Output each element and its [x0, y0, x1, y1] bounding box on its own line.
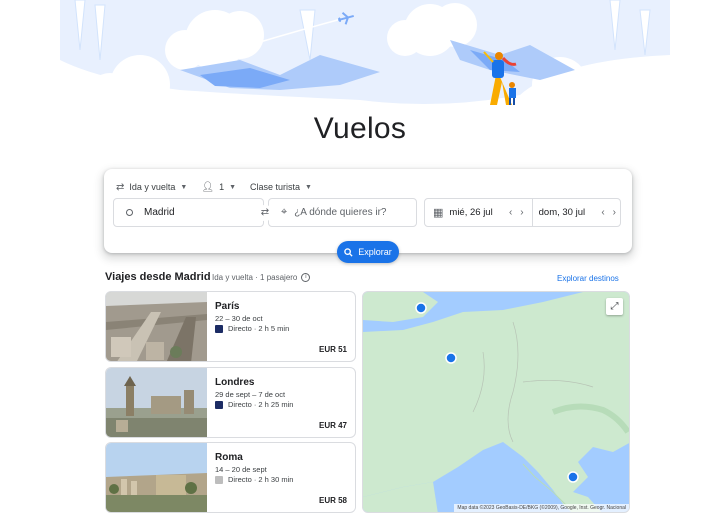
calendar-icon: ▦: [433, 207, 444, 219]
paris-photo: [106, 292, 207, 361]
return-prev-button[interactable]: ‹: [601, 207, 604, 218]
destination-placeholder: ¿A dónde quieres ir?: [294, 207, 387, 218]
rome-photo: [106, 443, 207, 512]
origin-value: Madrid: [144, 207, 175, 218]
destination-dates: 29 de sept – 7 de oct: [215, 390, 286, 399]
map-attribution: Map data ©2023 GeoBasis-DE/BKG (©2009), …: [454, 504, 629, 512]
chevron-down-icon: ▼: [305, 183, 312, 191]
section-title: Viajes desde Madrid: [105, 271, 211, 283]
location-pin-icon: ⌖: [281, 206, 288, 218]
swap-arrows-icon: ⇄: [116, 181, 125, 193]
info-icon[interactable]: i: [301, 273, 311, 282]
chevron-down-icon: ▼: [229, 183, 237, 191]
person-icon: 👤︎: [201, 181, 215, 193]
swap-locations-button[interactable]: ⇄: [256, 205, 274, 221]
passengers-count: 1: [219, 182, 225, 192]
destination-input[interactable]: ⌖ ¿A dónde quieres ir?: [268, 198, 417, 227]
return-date-field[interactable]: dom, 30 jul: [539, 207, 585, 218]
cabin-class-label: Clase turista: [250, 182, 301, 192]
search-options-row: ⇄ Ida y vuelta ▼ 👤︎ 1 ▼ Clase turista ▼: [116, 177, 312, 197]
cabin-class-dropdown[interactable]: Clase turista ▼: [250, 182, 312, 192]
page-title: Vuelos: [313, 112, 407, 145]
depart-next-button[interactable]: ›: [520, 207, 523, 218]
flight-details: Directo · 2 h 25 min: [228, 400, 294, 409]
flight-info: Directo · 2 h 30 min: [215, 475, 293, 484]
date-picker: ▦ mié, 26 jul ‹ › dom, 30 jul ‹ ›: [424, 198, 621, 227]
fullscreen-icon[interactable]: ⤢: [606, 298, 623, 315]
flight-info: Directo · 2 h 25 min: [215, 400, 293, 409]
destination-card-london[interactable]: Londres 29 de sept – 7 de oct Directo · …: [105, 367, 356, 438]
flight-details: Directo · 2 h 5 min: [228, 324, 290, 333]
destination-card-paris[interactable]: París 22 – 30 de oct Directo · 2 h 5 min…: [105, 291, 356, 362]
trip-type-label: Ida y vuelta: [129, 182, 176, 192]
destination-dates: 14 – 20 de sept: [215, 465, 267, 474]
explore-destinations-link[interactable]: Explorar destinos: [557, 274, 619, 283]
airline-logo-icon: [215, 475, 223, 484]
destination-name: París: [215, 301, 240, 312]
destination-price: EUR 58: [318, 496, 347, 505]
trip-type-dropdown[interactable]: ⇄ Ida y vuelta ▼: [116, 182, 187, 193]
section-subtitle: Ida y vuelta · 1 pasajero i: [212, 273, 311, 282]
hero-illustration: [0, 0, 720, 125]
london-photo: [106, 368, 207, 437]
flight-info: Directo · 2 h 5 min: [215, 324, 289, 333]
date-divider: [531, 199, 533, 226]
return-next-button[interactable]: ›: [613, 207, 616, 218]
depart-date-field[interactable]: mié, 26 jul: [449, 207, 492, 218]
destination-price: EUR 47: [318, 421, 347, 430]
depart-prev-button[interactable]: ‹: [509, 207, 512, 218]
destination-dates: 22 – 30 de oct: [215, 314, 263, 323]
destination-name: Londres: [215, 377, 255, 388]
passengers-dropdown[interactable]: 👤︎ 1 ▼: [201, 182, 236, 193]
explore-button-label: Explorar: [358, 247, 392, 257]
destinations-map[interactable]: ⤢ Map data ©2023 GeoBasis-DE/BKG (©2009)…: [362, 291, 630, 513]
search-icon: [344, 247, 353, 257]
flight-details: Directo · 2 h 30 min: [228, 475, 294, 484]
chevron-down-icon: ▼: [180, 183, 188, 191]
origin-input[interactable]: Madrid: [113, 198, 264, 227]
destination-card-rome[interactable]: Roma 14 – 20 de sept Directo · 2 h 30 mi…: [105, 442, 356, 513]
airline-logo-icon: [215, 324, 223, 333]
explore-button[interactable]: Explorar: [337, 241, 399, 263]
destination-price: EUR 51: [318, 345, 347, 354]
airline-logo-icon: [215, 400, 223, 409]
destination-name: Roma: [215, 452, 243, 463]
section-subtitle-text: Ida y vuelta · 1 pasajero: [212, 273, 298, 282]
origin-circle-icon: [126, 209, 133, 216]
